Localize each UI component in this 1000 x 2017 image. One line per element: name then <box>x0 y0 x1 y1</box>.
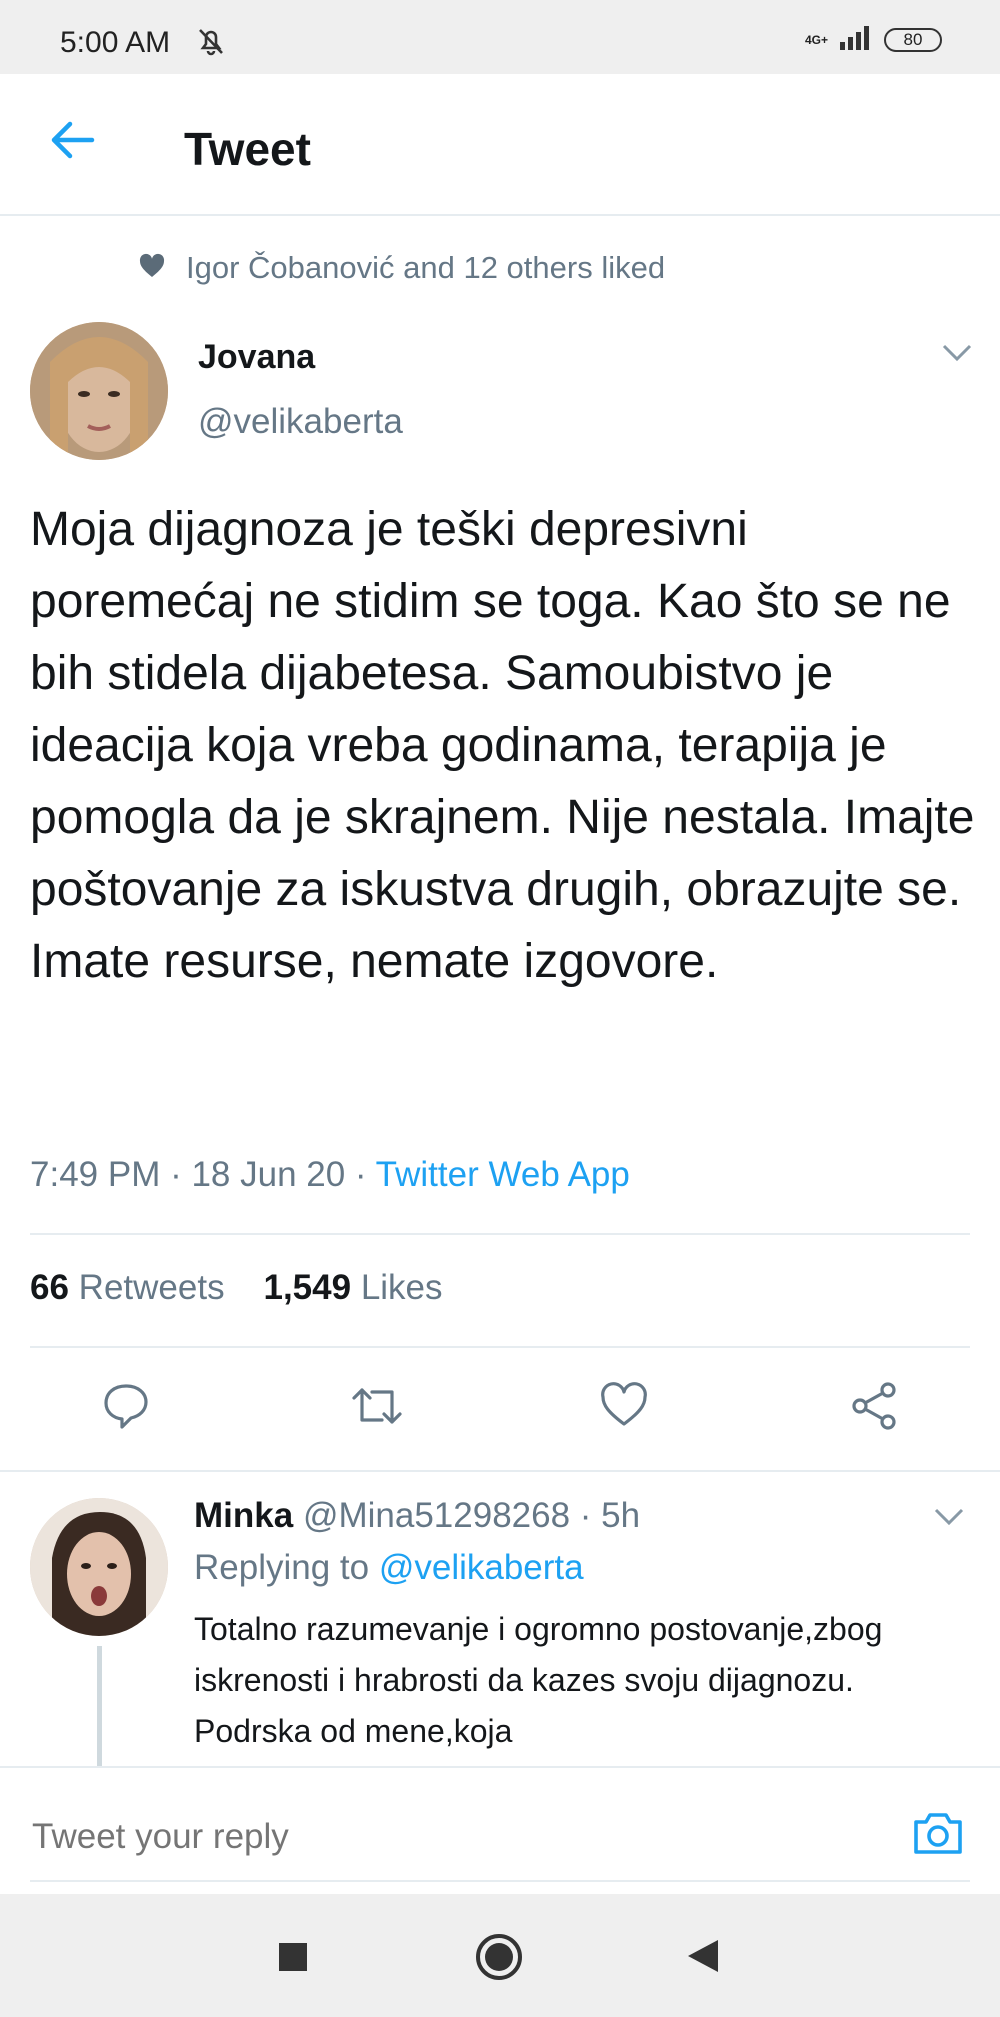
compose-underline <box>30 1880 970 1882</box>
liked-by-text: Igor Čobanović and 12 others liked <box>186 250 666 285</box>
home-icon[interactable] <box>474 1932 524 1987</box>
back-arrow-icon[interactable] <box>46 116 98 169</box>
tweet-source-link[interactable]: Twitter Web App <box>376 1155 630 1194</box>
tweet-action-bar <box>0 1380 1000 1440</box>
divider <box>30 1346 970 1348</box>
author-avatar[interactable] <box>30 322 168 460</box>
reply-header[interactable]: Minka @Mina51298268 · 5h <box>194 1496 640 1536</box>
heart-icon <box>138 253 166 284</box>
app-header: Tweet <box>0 74 1000 216</box>
page-title: Tweet <box>184 123 311 175</box>
tweet-timestamp: 7:49 PM · 18 Jun 20 · Twitter Web App <box>30 1155 630 1195</box>
battery-indicator: 80 <box>884 27 942 52</box>
retweets-stat[interactable]: 66 Retweets <box>30 1268 225 1307</box>
recent-apps-icon[interactable] <box>278 1942 308 1977</box>
status-indicators: 4G+ 80 <box>805 24 942 55</box>
share-icon[interactable] <box>848 1380 900 1437</box>
back-triangle-icon[interactable] <box>686 1938 720 1979</box>
retweet-icon[interactable] <box>348 1380 406 1437</box>
divider <box>30 1233 970 1235</box>
thread-connector-line <box>97 1646 102 1766</box>
tweet-menu-chevron-icon[interactable] <box>940 342 974 369</box>
replying-to-handle[interactable]: @velikaberta <box>379 1548 584 1587</box>
replying-to: Replying to @velikaberta <box>194 1548 584 1588</box>
camera-icon[interactable] <box>910 1808 966 1863</box>
network-type: 4G+ <box>804 32 828 47</box>
system-navigation-bar <box>0 1894 1000 2017</box>
status-bar: 5:00 AM 4G+ 80 <box>0 0 1000 74</box>
like-heart-icon[interactable] <box>598 1380 650 1437</box>
signal-icon <box>838 24 874 55</box>
status-time: 5:00 AM <box>60 26 171 59</box>
reply-icon[interactable] <box>100 1380 152 1437</box>
tweet-time-date: 7:49 PM · 18 Jun 20 · <box>30 1155 376 1194</box>
retweets-label: Retweets <box>78 1268 225 1307</box>
reply-text: Totalno razumevanje i ogromno postovanje… <box>194 1611 883 1749</box>
author-name[interactable]: Jovana <box>198 338 315 377</box>
retweets-count: 66 <box>30 1268 69 1307</box>
reply-menu-chevron-icon[interactable] <box>932 1506 966 1533</box>
reply-handle-time: @Mina51298268 · 5h <box>302 1496 641 1535</box>
reply-input[interactable] <box>30 1816 834 1858</box>
likes-label: Likes <box>360 1268 443 1307</box>
thread-divider <box>0 1470 1000 1472</box>
reply-author-avatar[interactable] <box>30 1498 168 1636</box>
replying-to-prefix: Replying to <box>194 1548 379 1587</box>
author-handle[interactable]: @velikaberta <box>198 402 403 442</box>
likes-count: 1,549 <box>263 1268 352 1307</box>
tweet-stats: 66 Retweets 1,549 Likes <box>30 1268 443 1308</box>
muted-bell-icon <box>194 26 228 61</box>
reply-author-name: Minka <box>194 1496 294 1535</box>
tweet-text: Moja dijagnoza je teški depresivni porem… <box>30 503 975 988</box>
social-context[interactable]: Igor Čobanović and 12 others liked <box>138 250 665 286</box>
likes-stat[interactable]: 1,549 Likes <box>263 1268 442 1307</box>
